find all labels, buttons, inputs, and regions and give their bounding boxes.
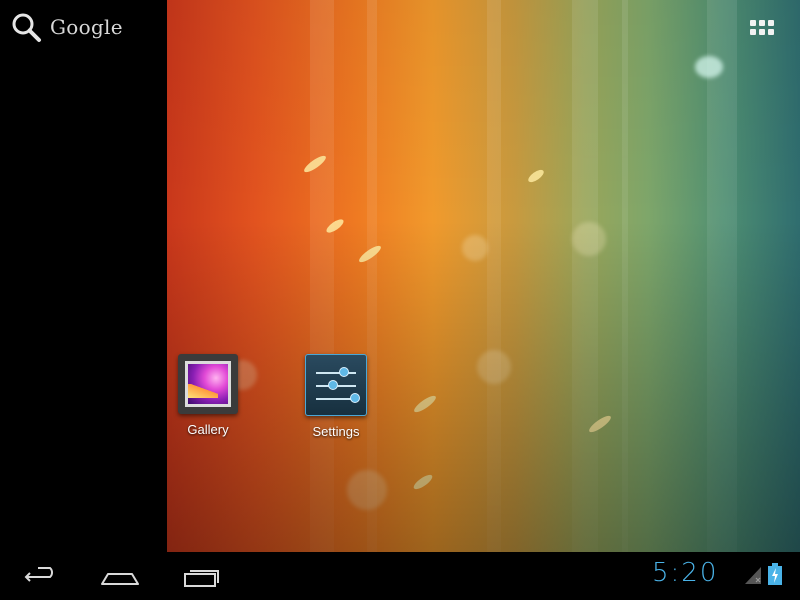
recent-apps-icon xyxy=(184,570,219,587)
settings-icon xyxy=(305,354,367,416)
home-button[interactable] xyxy=(98,560,142,592)
no-signal-icon xyxy=(745,567,761,584)
gallery-icon xyxy=(178,354,238,414)
back-icon xyxy=(24,567,53,582)
wallpaper xyxy=(167,0,800,552)
battery-charging-icon xyxy=(768,563,782,585)
back-button[interactable] xyxy=(20,560,64,592)
google-search-bar[interactable]: Google xyxy=(10,10,123,44)
recent-apps-button[interactable] xyxy=(180,560,224,592)
all-apps-button[interactable] xyxy=(748,16,778,40)
search-icon xyxy=(12,13,41,42)
home-screen: Google Gallery Settings 5:20 xyxy=(0,0,800,600)
home-icon xyxy=(101,573,139,585)
settings-shortcut[interactable]: Settings xyxy=(291,354,381,439)
search-label: Google xyxy=(50,15,123,39)
gallery-shortcut[interactable]: Gallery xyxy=(163,354,253,437)
clock[interactable]: 5:20 xyxy=(652,558,718,588)
gallery-label: Gallery xyxy=(187,422,229,437)
settings-label: Settings xyxy=(312,424,360,439)
